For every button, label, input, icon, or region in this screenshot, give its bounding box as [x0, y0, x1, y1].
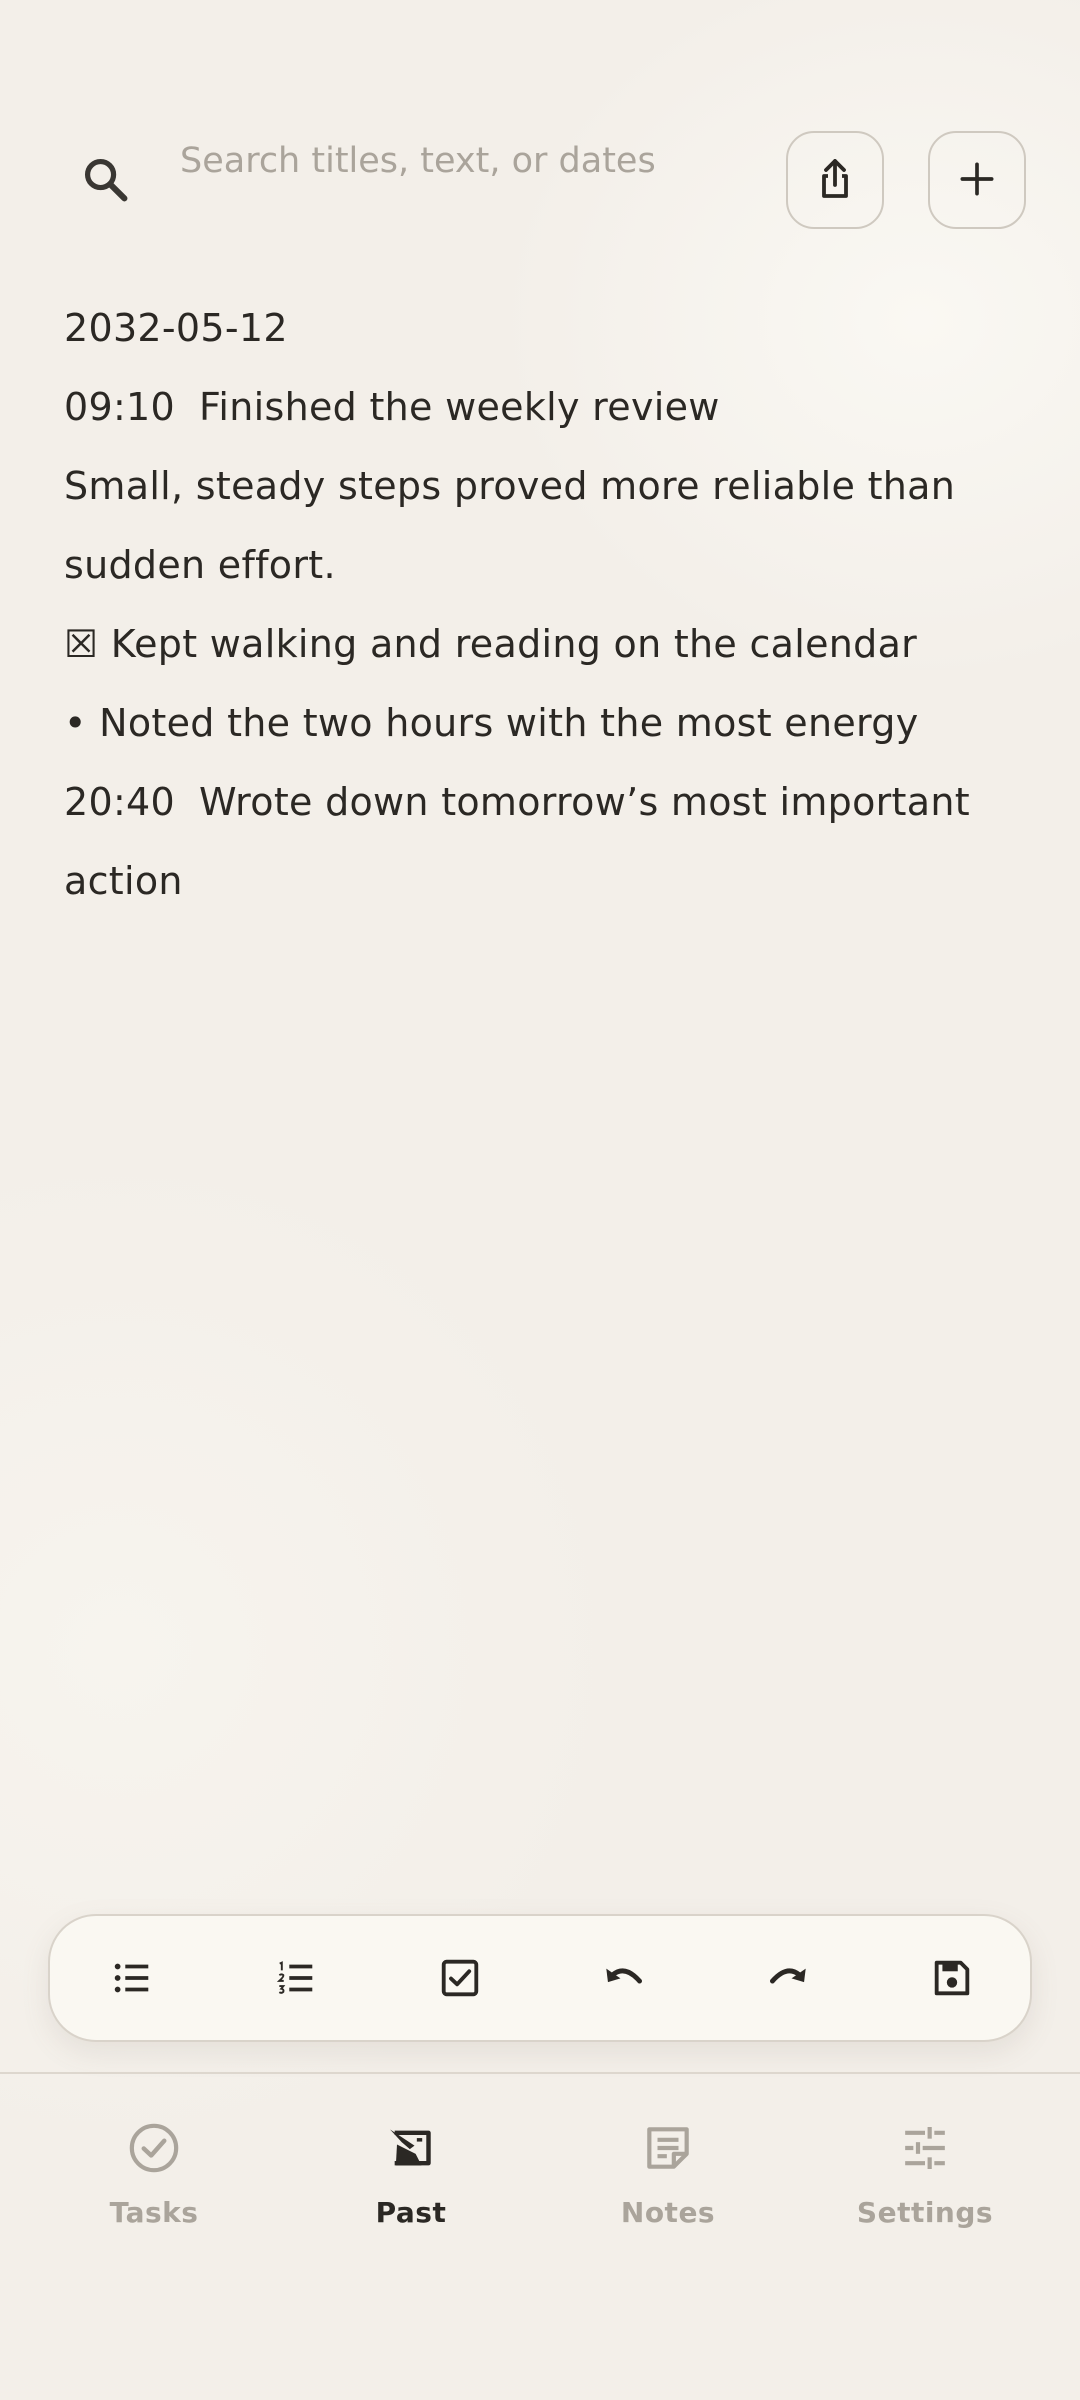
nav-item-settings[interactable]: Settings: [825, 2114, 1025, 2264]
note-date: 2032-05-12: [64, 306, 288, 350]
note-body-text: Small, steady steps proved more reliable…: [64, 464, 956, 587]
search-icon[interactable]: [80, 154, 132, 206]
bullet-mark: •: [64, 701, 87, 745]
save-icon: [929, 1955, 975, 2006]
note-entry-time: 20:40 Wrote down tomorrow’s most importan…: [64, 763, 1024, 921]
entry-text: Noted the two hours with the most energy: [99, 701, 919, 745]
format-toolbar: [48, 1914, 1032, 2042]
nav-label-notes: Notes: [620, 2196, 716, 2229]
entry-text: Finished the weekly review: [199, 385, 720, 429]
numbered-list-icon: [273, 1955, 319, 2006]
note-content[interactable]: 2032-05-12 09:10 Finished the weekly revi…: [64, 289, 1024, 921]
search-input[interactable]: [180, 128, 750, 194]
checkbox-button[interactable]: [418, 1938, 502, 2022]
redo-icon: [763, 1953, 813, 2008]
nav-item-tasks[interactable]: Tasks: [54, 2114, 254, 2264]
note-checklist-item: ☒ Kept walking and reading on the calend…: [64, 605, 1024, 684]
header: [0, 128, 1080, 234]
checkbox-icon: [437, 1955, 483, 2006]
check-circle-icon: [126, 2120, 182, 2176]
undo-icon: [599, 1953, 649, 2008]
entry-text: Wrote down tomorrow’s most important act…: [64, 780, 970, 903]
note-icon: [640, 2120, 696, 2176]
entry-time: 09:10: [64, 385, 176, 429]
undo-button[interactable]: [582, 1938, 666, 2022]
save-button[interactable]: [910, 1938, 994, 2022]
redo-button[interactable]: [746, 1938, 830, 2022]
nav-label-settings: Settings: [856, 2196, 994, 2229]
share-button[interactable]: [786, 131, 884, 229]
plus-icon: [955, 157, 999, 204]
nav-label-tasks: Tasks: [109, 2196, 199, 2229]
add-button[interactable]: [928, 131, 1026, 229]
numbered-list-button[interactable]: [254, 1938, 338, 2022]
share-icon: [811, 155, 859, 206]
sliders-icon: [897, 2120, 953, 2176]
entry-text: Kept walking and reading on the calendar: [110, 622, 918, 666]
nav-item-notes[interactable]: Notes: [568, 2114, 768, 2264]
note-bullet-item: • Noted the two hours with the most ener…: [64, 684, 1024, 763]
checked-box-mark[interactable]: ☒: [64, 622, 98, 666]
bulleted-list-button[interactable]: [90, 1938, 174, 2022]
bottom-navigation: Tasks Past Notes Settings: [0, 2074, 1080, 2400]
note-entry-time: 09:10 Finished the weekly review: [64, 368, 1024, 447]
bulleted-list-icon: [109, 1955, 155, 2006]
history-book-icon: [383, 2120, 439, 2176]
nav-item-past[interactable]: Past: [311, 2114, 511, 2264]
nav-label-past: Past: [375, 2196, 447, 2229]
entry-time: 20:40: [64, 780, 176, 824]
